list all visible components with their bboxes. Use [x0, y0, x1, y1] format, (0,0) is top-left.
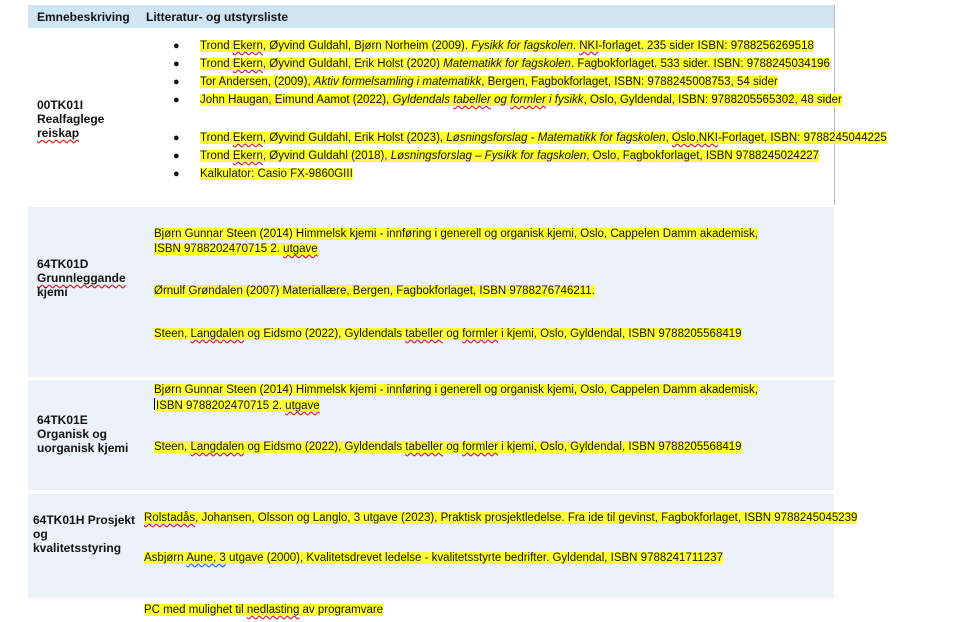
column-header-course-description: Emnebeskriving	[37, 10, 130, 24]
literature-item[interactable]: Trond Ekern, Øyvind Guldahl, Erik Holst …	[200, 57, 830, 72]
bullet-icon: ●	[173, 58, 180, 70]
table-row-00tk01i: 00TK01I Realfaglege reiskap ● Trond Eker…	[28, 28, 887, 205]
bullet-icon: ●	[173, 150, 180, 162]
course-code: 64TK01E	[37, 413, 88, 427]
equipment-item[interactable]: PC med mulighet til nedlasting av progra…	[144, 603, 384, 618]
literature-item[interactable]: Trond Ekern, Øyvind Guldahl (2018), Løsn…	[200, 149, 820, 164]
course-name-line-1: og	[33, 527, 48, 541]
course-name-line-1: Realfaglege	[37, 112, 105, 126]
literature-item[interactable]: Tor Andersen, (2009), Aktiv formelsamlin…	[200, 75, 778, 90]
course-code: 64TK01D	[37, 257, 89, 271]
bullet-icon: ●	[173, 132, 180, 144]
column-header-literature-list: Litteratur- og utstyrsliste	[146, 10, 289, 24]
course-name-line-2: kvalitetsstyring	[33, 541, 122, 555]
bullet-icon: ●	[173, 76, 180, 88]
literature-item[interactable]: Trond Ekern, Øyvind Guldahl, Bjørn Norhe…	[200, 39, 814, 54]
table-row-64tk01e: 64TK01E Organisk og uorganisk kjemi Bjør…	[28, 380, 834, 490]
course-name-line-1: Organisk og	[37, 427, 108, 441]
course-name-line-2: kjemi	[37, 285, 68, 299]
course-name-line-1: Grunnleggande	[37, 271, 126, 285]
literature-item[interactable]: Rolstadås, Johansen, Olsson og Langlo, 3…	[144, 511, 858, 526]
course-code-cell: 00TK01I Realfaglege reiskap	[37, 98, 104, 140]
literature-item[interactable]: Ørnulf Grøndalen (2007) Materiallære, Be…	[154, 284, 595, 299]
literature-item[interactable]: Bjørn Gunnar Steen (2014) Himmelsk kjemi…	[154, 383, 758, 414]
equipment-item[interactable]: Kalkulator: Casio FX-9860GIII	[200, 167, 353, 182]
literature-item[interactable]: Asbjørn Aune, 3 utgave (2000), Kvalitets…	[144, 551, 723, 566]
bullet-icon: ●	[173, 168, 180, 180]
course-name-line-2: reiskap	[37, 126, 80, 140]
table-row-64tk01h: 64TK01H Prosjekt og kvalitetsstyring Rol…	[28, 494, 858, 598]
course-code-cell: 64TK01D Grunnleggande kjemi	[37, 257, 126, 299]
literature-item[interactable]: Steen, Langdalen og Eidsmo (2022), Gylde…	[154, 440, 742, 455]
literature-item[interactable]: Bjørn Gunnar Steen (2014) Himmelsk kjemi…	[154, 227, 758, 257]
course-code-cell: 64TK01E Organisk og uorganisk kjemi	[37, 413, 128, 455]
table-row-64tk01d: 64TK01D Grunnleggande kjemi Bjørn Gunnar…	[28, 207, 834, 377]
bullet-icon: ●	[173, 40, 180, 52]
course-code: 64TK01H Prosjekt	[33, 513, 136, 527]
course-name-line-2: uorganisk kjemi	[37, 441, 129, 455]
bullet-icon: ●	[173, 94, 180, 106]
literature-item[interactable]: Trond Ekern, Øyvind Guldahl, Erik Holst …	[200, 131, 887, 146]
table-header-row: Emnebeskriving Litteratur- og utstyrslis…	[28, 5, 834, 28]
literature-item[interactable]: John Haugan, Eimund Aamot (2022), Gylden…	[200, 93, 842, 108]
course-code: 00TK01I	[37, 98, 84, 112]
literature-item[interactable]: Steen, Langdalen og Eidsmo (2022), Gylde…	[154, 327, 742, 342]
text-cursor	[154, 398, 155, 410]
course-code-cell: 64TK01H Prosjekt og kvalitetsstyring	[33, 513, 135, 555]
